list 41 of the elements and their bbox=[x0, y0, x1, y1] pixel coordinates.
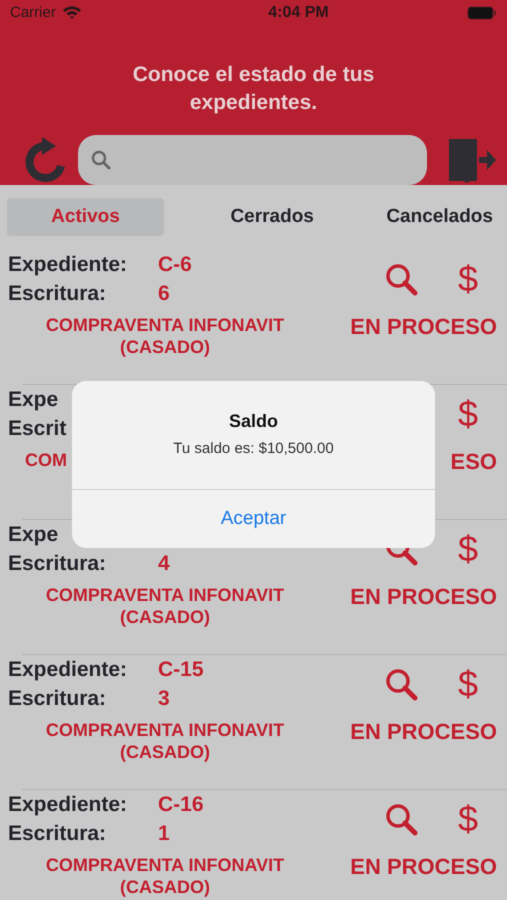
filter-tab[interactable]: Activos bbox=[7, 198, 164, 236]
field-value: 3 bbox=[158, 686, 170, 710]
carrier-label: Carrier bbox=[10, 4, 56, 21]
field-label: Escritura: bbox=[8, 686, 108, 710]
field-label: Escritura: bbox=[8, 822, 108, 846]
filter-tab[interactable]: Cerrados bbox=[224, 198, 320, 236]
field-label: Escritura: bbox=[8, 552, 108, 576]
balance-button[interactable]: $ bbox=[458, 799, 482, 839]
balance-button[interactable]: $ bbox=[458, 664, 482, 704]
alert-title: Saldo bbox=[228, 411, 278, 432]
status-label: EN PROCESO bbox=[349, 719, 498, 745]
page-title: Conoce el estado de tus expedientes. bbox=[132, 62, 376, 116]
field-value: 6 bbox=[158, 282, 170, 306]
field-value: C-16 bbox=[158, 792, 204, 816]
procedure-type: COMPRAVENTA INFONAVIT (CASADO) bbox=[44, 584, 286, 628]
balance-button[interactable]: $ bbox=[458, 259, 482, 299]
field-label: Expe bbox=[8, 522, 60, 546]
status-label: ESO bbox=[450, 449, 498, 475]
filter-tab[interactable]: Cancelados bbox=[380, 198, 499, 236]
procedure-type: COMPRAVENTA INFONAVIT (CASADO) bbox=[44, 854, 286, 898]
status-label: EN PROCESO bbox=[349, 584, 498, 610]
field-value: C-6 bbox=[158, 252, 192, 276]
field-value: 1 bbox=[158, 822, 170, 846]
procedure-type: COM bbox=[25, 449, 67, 471]
status-label: EN PROCESO bbox=[349, 854, 498, 880]
field-label: Expe bbox=[8, 388, 60, 412]
procedure-type: COMPRAVENTA INFONAVIT (CASADO) bbox=[44, 719, 286, 763]
field-label: Escrit bbox=[8, 416, 68, 440]
alert-message: Tu saldo es: $10,500.00 bbox=[173, 440, 334, 457]
status-label: EN PROCESO bbox=[349, 314, 498, 340]
procedure-type: COMPRAVENTA INFONAVIT (CASADO) bbox=[44, 314, 286, 358]
field-label: Expediente: bbox=[8, 658, 128, 682]
balance-button[interactable]: $ bbox=[458, 394, 482, 434]
field-value: 4 bbox=[158, 552, 170, 576]
field-label: Expediente: bbox=[8, 792, 128, 816]
accept-button[interactable]: Aceptar bbox=[210, 504, 296, 534]
field-label: Escritura: bbox=[8, 282, 108, 306]
clock-time: 4:04 PM bbox=[268, 4, 329, 22]
balance-button[interactable]: $ bbox=[458, 529, 482, 569]
field-value: C-15 bbox=[158, 658, 204, 682]
field-label: Expediente: bbox=[8, 252, 128, 276]
